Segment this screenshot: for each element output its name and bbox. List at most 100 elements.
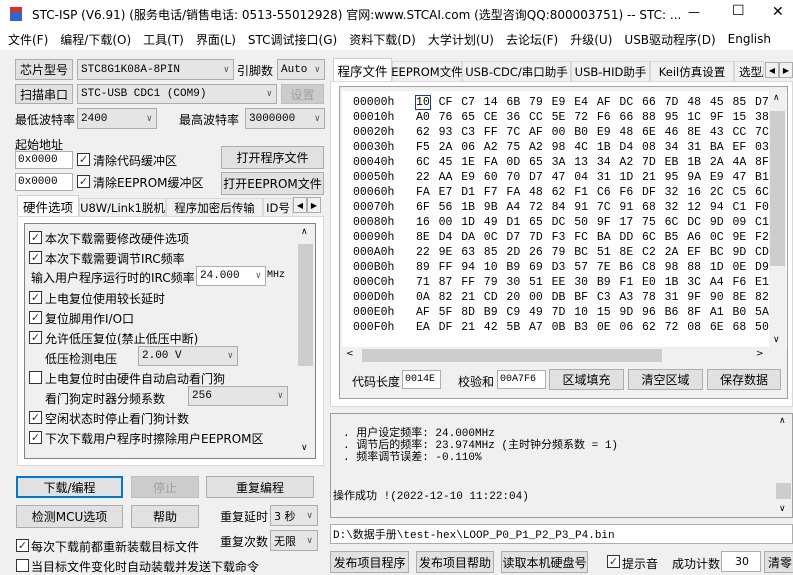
hex-bytes[interactable]: 0A 82 21 CD 20 00 DB BF C3 A3 78 31 9F 9… [416,291,769,304]
clear-eeprom-checkbox[interactable]: ✓ [77,175,90,188]
low-voltage-reset-checkbox[interactable]: ✓ [29,331,42,344]
menu-file[interactable]: 文件(F) [8,31,48,48]
hex-bytes[interactable]: 16 00 1D 49 D1 65 DC 50 9F 17 75 6C DC 9… [416,216,769,229]
detect-mcu-options-button[interactable]: 检测MCU选项 [16,505,123,528]
help-button[interactable]: 帮助 [131,505,199,528]
right-tab-scroll-arrows[interactable]: ◀ ▶ [765,62,793,78]
hex-vertical-scrollbar[interactable]: ∧ ∨ [769,91,786,347]
idle-stop-watchdog-checkbox[interactable]: ✓ [29,411,42,424]
publish-help-button[interactable]: 发布项目帮助 [416,551,494,573]
menu-usb-driver[interactable]: USB驱动程序(D) [624,31,715,48]
max-baud-select[interactable]: 3000000 ∨ [245,108,325,129]
menu-tools[interactable]: 工具(T) [143,31,184,48]
stop-button[interactable]: 停止 [131,476,199,498]
download-program-button[interactable]: 下载/编程 [16,476,123,498]
auto-watchdog-checkbox[interactable] [29,371,42,384]
tab-hardware-options[interactable]: 硬件选项 [17,195,79,217]
scrollbar-thumb[interactable] [776,483,791,499]
watchdog-divider-select[interactable]: 256 ∨ [188,386,288,406]
options-scrollbar[interactable]: ∧ ∨ [296,224,315,458]
tab-encrypted-transfer[interactable]: 程序加密后传输 [166,198,263,217]
min-baud-select[interactable]: 2400 ∨ [77,108,157,129]
reset-pin-io-checkbox[interactable]: ✓ [29,311,42,324]
reload-before-download-checkbox[interactable]: ✓ [16,539,29,552]
hex-bytes[interactable]: 71 87 FF 79 30 51 EE 30 B9 F1 E0 1B 3C A… [416,276,769,289]
save-data-button[interactable]: 保存数据 [707,369,781,390]
menu-download[interactable]: 资料下载(D) [349,31,416,48]
low-voltage-select[interactable]: 2.00 V ∨ [138,346,238,366]
tab-u8w-link1[interactable]: U8W/Link1脱机 [79,198,166,217]
scrollbar-thumb[interactable] [362,349,662,362]
eeprom-start-address-input[interactable]: 0x0000 [15,173,73,191]
scroll-down-icon[interactable]: ∨ [301,443,308,453]
tab-scroll-arrows[interactable]: ◀ ▶ [293,197,321,213]
open-program-file-button[interactable]: 打开程序文件 [221,146,324,169]
port-select[interactable]: STC-USB CDC1 (COM9) ∨ [77,84,277,104]
menu-forum[interactable]: 去论坛(F) [506,31,558,48]
arrow-left-icon[interactable]: ◀ [765,62,779,78]
hex-bytes[interactable]: EA DF 21 42 5B A7 0B B3 0E 06 62 72 08 6… [416,321,769,334]
chip-type-button[interactable]: 芯片型号 [15,59,73,80]
arrow-right-icon[interactable]: ▶ [779,62,793,78]
auto-load-on-change-checkbox[interactable] [16,559,29,572]
log-scrollbar[interactable]: ∧ ∨ [775,414,792,517]
sound-checkbox[interactable]: ✓ [607,555,620,568]
tab-usb-cdc-serial[interactable]: USB-CDC/串口助手 [462,61,571,82]
tab-eeprom-file[interactable]: EEPROM文件 [391,61,463,82]
arrow-right-icon[interactable]: ▶ [307,197,321,213]
open-eeprom-file-button[interactable]: 打开EEPROM文件 [221,172,324,195]
adjust-irc-checkbox[interactable]: ✓ [29,251,42,264]
clear-code-checkbox[interactable]: ✓ [77,153,90,166]
hex-bytes[interactable]: 6F 56 1B 9B A4 72 84 91 7C 91 68 32 12 9… [416,201,769,214]
scroll-left-icon[interactable]: < [346,349,354,359]
scroll-down-icon[interactable]: ∨ [773,335,780,345]
hex-bytes[interactable]: 62 93 C3 FF 7C AF 00 B0 E9 48 6E 46 8E 4… [416,126,769,139]
erase-eeprom-checkbox[interactable]: ✓ [29,431,42,444]
hex-bytes[interactable]: 22 AA E9 60 70 D7 47 04 31 1D 21 95 9A E… [416,171,769,184]
repeat-delay-select[interactable]: 3 秒 ∨ [270,505,318,526]
arrow-left-icon[interactable]: ◀ [293,197,307,213]
code-start-address-input[interactable]: 0x0000 [15,151,73,169]
scrollbar-thumb[interactable] [298,244,313,366]
modify-hw-options-checkbox[interactable]: ✓ [29,231,42,244]
pins-select[interactable]: Auto ∨ [277,59,325,80]
hex-horizontal-scrollbar[interactable]: < > [342,347,769,364]
repeat-program-button[interactable]: 重复编程 [206,476,314,498]
menu-university[interactable]: 大学计划(U) [428,31,494,48]
scan-port-button[interactable]: 扫描串口 [15,84,73,104]
tab-keil-settings[interactable]: Keil仿真设置 [650,61,734,82]
maximize-button[interactable]: ☐ [732,3,745,19]
chip-select[interactable]: STC8G1K08A-8PIN ∨ [77,59,234,80]
tab-id[interactable]: ID号 [263,198,293,217]
clear-count-button[interactable]: 清零 [764,551,793,573]
hex-bytes[interactable]: A0 76 65 CE 36 CC 5E 72 F6 66 88 95 1C 9… [416,111,769,124]
menu-debug[interactable]: STC调试接口(G) [248,31,337,48]
scroll-down-icon[interactable]: ∨ [779,504,786,514]
tab-program-file[interactable]: 程序文件 [333,58,392,82]
long-reset-delay-checkbox[interactable]: ✓ [29,291,42,304]
tab-selection[interactable]: 选型/ [734,61,764,82]
hex-bytes[interactable]: FA E7 D1 F7 FA 48 62 F1 C6 F6 DF 32 16 2… [416,186,769,199]
hex-bytes[interactable]: AF 5F 8D B9 C9 49 7D 10 15 9D 96 B6 8F A… [416,306,769,319]
repeat-count-select[interactable]: 无限 ∨ [270,530,318,551]
scroll-right-icon[interactable]: > [756,349,764,359]
scroll-up-icon[interactable]: ∧ [301,227,308,237]
menu-upgrade[interactable]: 升级(U) [570,31,612,48]
read-disk-id-button[interactable]: 读取本机硬盘号 [501,551,588,573]
fill-region-button[interactable]: 区域填充 [549,369,624,390]
hex-bytes[interactable]: 22 9E 63 85 2D 26 79 BC 51 8E C2 2A EF B… [416,246,769,259]
menu-english[interactable]: English [728,32,771,46]
scroll-up-icon[interactable]: ∧ [773,93,780,103]
hex-bytes[interactable]: 8E D4 DA 0C D7 7D F3 FC BA DD 6C B5 A6 0… [416,231,769,244]
scrollbar-thumb[interactable] [770,111,785,266]
menu-interface[interactable]: 界面(L) [196,31,236,48]
menu-program[interactable]: 编程/下载(O) [60,31,131,48]
minimize-button[interactable]: — [688,5,700,19]
publish-program-button[interactable]: 发布项目程序 [330,551,409,573]
hex-bytes[interactable]: 89 FF 94 10 B9 69 D3 57 7E B6 C8 98 88 1… [416,261,769,274]
irc-frequency-select[interactable]: 24.000 ∨ [196,266,266,286]
clear-region-button[interactable]: 清空区域 [628,369,703,390]
file-path-field[interactable]: D:\数据手册\test-hex\LOOP_P0_P1_P2_P3_P4.bin [330,524,793,544]
hex-bytes[interactable]: F5 2A 06 A2 75 A2 98 4C 1B D4 08 34 31 B… [416,141,769,154]
settings-button[interactable]: 设置 [281,84,324,104]
